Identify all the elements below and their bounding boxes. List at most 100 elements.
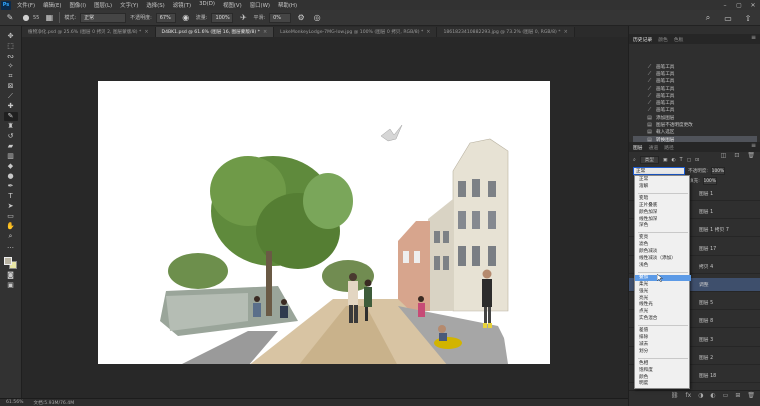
brush-settings-icon[interactable]: ▦ xyxy=(43,12,55,24)
blend-mode-option[interactable]: 减去 xyxy=(635,342,691,349)
document-tab[interactable]: LakeMonkeyLodge-7MG-low.jpg @ 100% (图层 0… xyxy=(274,27,438,37)
pressure-size-icon[interactable]: ◎ xyxy=(311,12,323,24)
blend-mode-option[interactable]: 深色 xyxy=(635,223,691,230)
close-tab-icon[interactable]: × xyxy=(144,29,148,35)
history-brush-tool-icon[interactable]: ↺ xyxy=(4,132,18,141)
menu-item[interactable]: 窗口(W) xyxy=(246,1,274,9)
blend-mode-option[interactable]: 强光 xyxy=(635,289,691,296)
blend-mode-option[interactable]: 排除 xyxy=(635,335,691,342)
document-tab[interactable]: D4BK1.psd @ 61.6% (图层 16, 图层蒙版/8) * × xyxy=(155,27,275,37)
type-tool-icon[interactable]: T xyxy=(4,192,18,201)
frame-tool-icon[interactable]: ⊠ xyxy=(4,82,18,91)
history-item[interactable]: ⟋ 画笔工具 xyxy=(633,70,757,77)
menu-item[interactable]: 图像(I) xyxy=(66,1,91,9)
menu-item[interactable]: 编辑(E) xyxy=(39,1,65,9)
document-canvas[interactable] xyxy=(98,81,550,366)
document-tab[interactable]: 1861823410882293.jpg @ 73.2% (图层 0, RGB/… xyxy=(437,27,575,37)
blend-mode-option[interactable]: 滤色 xyxy=(635,242,691,249)
add-mask-icon[interactable]: ◑ xyxy=(698,392,703,399)
eraser-tool-icon[interactable]: ▰ xyxy=(4,142,18,151)
blend-mode-option[interactable]: 差值 xyxy=(635,328,691,335)
history-panel-tab[interactable]: 颜色 xyxy=(658,36,668,43)
blend-mode-option[interactable]: 柔光 xyxy=(635,282,691,289)
blend-mode-option[interactable]: 正片叠底 xyxy=(635,203,691,210)
history-item[interactable]: ⟋ 画笔工具 xyxy=(633,99,757,106)
rectangle-tool-icon[interactable]: ▭ xyxy=(4,212,18,221)
brush-tool-icon[interactable]: ✎ xyxy=(4,12,16,24)
smart-object-filter-icon[interactable]: ⊡ xyxy=(695,158,699,163)
path-select-tool-icon[interactable]: ➤ xyxy=(4,202,18,211)
kind-filter-select[interactable]: 类型 xyxy=(639,156,659,164)
blend-mode-option[interactable]: 溶解 xyxy=(635,184,691,191)
adjustment-layer-icon[interactable]: ◐ xyxy=(710,392,715,399)
opacity-input[interactable]: 67% xyxy=(155,12,176,23)
pen-tool-icon[interactable]: ✒ xyxy=(4,182,18,191)
layers-panel-tab[interactable]: 图层 xyxy=(633,144,643,151)
canvas-area[interactable] xyxy=(22,37,628,398)
blur-tool-icon[interactable]: ◆ xyxy=(4,162,18,171)
menu-item[interactable]: 3D(D) xyxy=(195,1,219,9)
blend-mode-option[interactable]: 正常 xyxy=(635,177,691,184)
history-panel-tab[interactable]: 历史记录 xyxy=(633,36,652,43)
gear-icon[interactable]: ⚙ xyxy=(295,12,307,24)
history-item[interactable]: ⟋ 画笔工具 xyxy=(633,63,757,70)
history-item[interactable]: ▤ 图层不透明度更改 xyxy=(633,121,757,128)
flow-input[interactable]: 100% xyxy=(211,12,234,23)
history-panel-menu-icon[interactable]: ≡ xyxy=(751,34,756,41)
gradient-tool-icon[interactable]: ▥ xyxy=(4,152,18,161)
history-item[interactable]: ⟋ 画笔工具 xyxy=(633,107,757,114)
shape-filter-icon[interactable]: ▢ xyxy=(687,158,692,163)
mode-select[interactable]: 正常 xyxy=(80,12,127,23)
airbrush-icon[interactable]: ✈ xyxy=(237,12,249,24)
close-tab-icon[interactable]: × xyxy=(263,29,267,35)
close-tab-icon[interactable]: × xyxy=(564,29,568,35)
brush-preset-picker[interactable]: ● xyxy=(20,12,32,24)
menu-item[interactable]: 选择(S) xyxy=(142,1,168,9)
close-button[interactable]: ✕ xyxy=(746,0,760,10)
layers-panel-menu-icon[interactable]: ≡ xyxy=(751,142,756,149)
adjustment-filter-icon[interactable]: ◐ xyxy=(671,158,675,163)
blend-mode-option[interactable]: 划分 xyxy=(635,349,691,356)
menu-item[interactable]: 文字(Y) xyxy=(116,1,142,9)
fill-input[interactable]: 100% xyxy=(702,177,717,185)
layers-panel-tab[interactable]: 通道 xyxy=(649,144,659,151)
maximize-button[interactable]: ▢ xyxy=(732,0,746,10)
screen-mode-icon[interactable]: ▣ xyxy=(4,281,18,290)
blend-mode-select[interactable]: 正常 xyxy=(633,167,685,175)
share-icon[interactable]: ⇧ xyxy=(742,12,754,24)
marquee-tool-icon[interactable]: ⬚ xyxy=(4,42,18,51)
minimize-button[interactable]: – xyxy=(718,0,732,10)
smoothing-input[interactable]: 0% xyxy=(269,12,292,23)
layer-style-icon[interactable]: fx xyxy=(686,392,692,399)
menu-item[interactable]: 视图(V) xyxy=(219,1,246,9)
eyedropper-tool-icon[interactable]: ⟋ xyxy=(4,92,18,101)
history-panel-tab[interactable]: 色板 xyxy=(674,36,684,43)
trash-icon[interactable]: 🗑 xyxy=(747,392,755,399)
history-item[interactable]: ▤ 添加图层 xyxy=(633,114,757,121)
zoom-level[interactable]: 61.56% xyxy=(6,400,24,405)
menu-item[interactable]: 文件(F) xyxy=(13,1,39,9)
color-swatches[interactable] xyxy=(3,256,19,270)
blend-mode-option[interactable]: 点光 xyxy=(635,309,691,316)
blend-mode-option[interactable]: 明度 xyxy=(635,381,691,388)
dodge-tool-icon[interactable]: ● xyxy=(4,172,18,181)
blend-mode-option[interactable]: 色相 xyxy=(635,361,691,368)
menu-item[interactable]: 帮助(H) xyxy=(274,1,301,9)
crop-tool-icon[interactable]: ⌗ xyxy=(4,72,18,81)
type-filter-icon[interactable]: T xyxy=(680,158,683,163)
pixel-filter-icon[interactable]: ▣ xyxy=(663,158,668,163)
history-item[interactable]: ⟋ 画笔工具 xyxy=(633,85,757,92)
layer-opacity-input[interactable]: 100% xyxy=(710,167,725,175)
blend-mode-option[interactable]: 变暗 xyxy=(635,196,691,203)
blend-mode-option[interactable]: 变亮 xyxy=(635,235,691,242)
blend-mode-option[interactable]: 颜色加深 xyxy=(635,210,691,217)
quick-mask-icon[interactable]: ◙ xyxy=(4,271,18,280)
more-tools-icon[interactable]: … xyxy=(4,242,18,251)
blend-mode-option[interactable]: 线性光 xyxy=(635,302,691,309)
lasso-tool-icon[interactable]: ᔓ xyxy=(4,52,18,61)
blend-mode-option[interactable]: 线性减淡（添加） xyxy=(635,256,691,263)
history-item[interactable]: ⟋ 画笔工具 xyxy=(633,92,757,99)
menu-item[interactable]: 滤镜(T) xyxy=(169,1,195,9)
foreground-color-swatch[interactable] xyxy=(3,257,12,265)
brush-tool-icon[interactable]: ✎ xyxy=(3,112,18,121)
